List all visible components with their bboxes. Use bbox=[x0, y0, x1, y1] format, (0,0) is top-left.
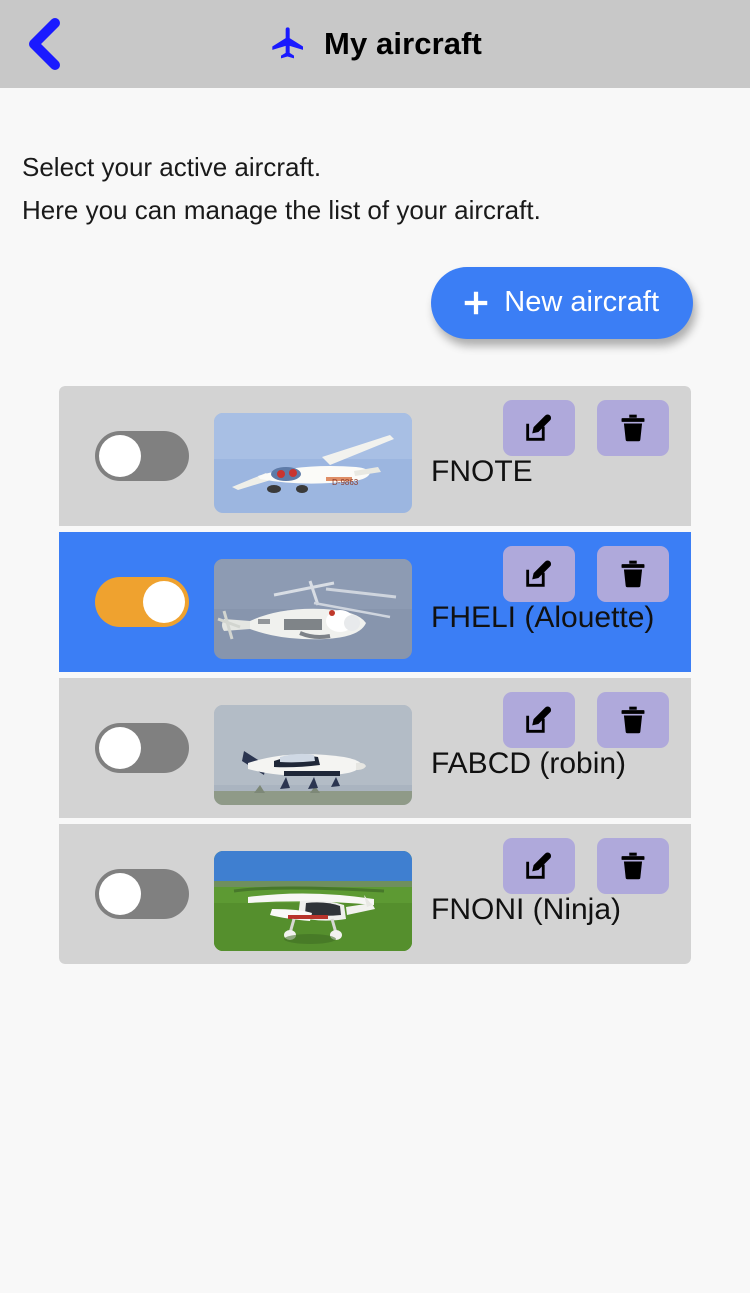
aircraft-label: FNONI (Ninja) bbox=[431, 892, 622, 926]
chevron-left-icon bbox=[29, 18, 60, 70]
edit-pencil-icon bbox=[526, 560, 552, 587]
row-actions bbox=[503, 837, 669, 894]
page-title: My aircraft bbox=[324, 26, 482, 61]
delete-aircraft-button[interactable] bbox=[597, 545, 669, 602]
aircraft-thumbnail bbox=[214, 558, 412, 659]
edit-aircraft-button[interactable] bbox=[503, 691, 575, 748]
aircraft-active-toggle[interactable] bbox=[95, 722, 189, 773]
trash-icon bbox=[621, 560, 645, 587]
table-row[interactable]: D-9863 FNOTE bbox=[59, 385, 691, 526]
intro-line-2: Here you can manage the list of your air… bbox=[22, 195, 541, 226]
row-actions bbox=[503, 399, 669, 456]
delete-aircraft-button[interactable] bbox=[597, 691, 669, 748]
plus-icon bbox=[465, 291, 488, 314]
intro-line-1: Select your active aircraft. bbox=[22, 152, 322, 182]
edit-aircraft-button[interactable] bbox=[503, 837, 575, 894]
edit-pencil-icon bbox=[526, 852, 552, 879]
airplane-icon bbox=[272, 27, 304, 59]
table-row[interactable]: FABCD (robin) bbox=[59, 677, 691, 818]
aircraft-thumbnail: D-9863 bbox=[214, 412, 412, 513]
aircraft-list: D-9863 FNOTE FHELI (Alouette) FABCD (rob… bbox=[59, 385, 691, 964]
trash-icon bbox=[621, 852, 645, 879]
glider-image: D-9863 bbox=[214, 412, 412, 513]
delete-aircraft-button[interactable] bbox=[597, 399, 669, 456]
aircraft-thumbnail bbox=[214, 850, 412, 951]
trash-icon bbox=[621, 706, 645, 733]
trash-icon bbox=[621, 414, 645, 441]
new-aircraft-button[interactable]: New aircraft bbox=[431, 266, 693, 339]
aircraft-thumbnail bbox=[214, 704, 412, 805]
svg-text:D-9863: D-9863 bbox=[332, 478, 359, 487]
edit-pencil-icon bbox=[526, 706, 552, 733]
intro-text: Select your active aircraft. Here you ca… bbox=[0, 88, 750, 228]
aircraft-label: FHELI (Alouette) bbox=[431, 600, 655, 634]
new-aircraft-row: New aircraft bbox=[0, 266, 750, 339]
back-button[interactable] bbox=[0, 0, 86, 88]
header-title-group: My aircraft bbox=[0, 0, 750, 88]
aircraft-active-toggle[interactable] bbox=[95, 868, 189, 919]
light-aircraft-image bbox=[214, 704, 412, 805]
toggle-knob bbox=[143, 580, 185, 623]
aircraft-label: FABCD (robin) bbox=[431, 746, 627, 780]
edit-aircraft-button[interactable] bbox=[503, 399, 575, 456]
table-row[interactable]: FNONI (Ninja) bbox=[59, 823, 691, 964]
edit-aircraft-button[interactable] bbox=[503, 545, 575, 602]
aircraft-active-toggle[interactable] bbox=[95, 576, 189, 627]
helicopter-image bbox=[214, 558, 412, 659]
toggle-knob bbox=[99, 726, 141, 769]
new-aircraft-label: New aircraft bbox=[504, 286, 659, 319]
ultralight-image bbox=[214, 850, 412, 951]
toggle-knob bbox=[99, 434, 141, 477]
edit-pencil-icon bbox=[526, 414, 552, 441]
aircraft-label: FNOTE bbox=[431, 454, 533, 488]
row-actions bbox=[503, 691, 669, 748]
toggle-knob bbox=[99, 872, 141, 915]
aircraft-active-toggle[interactable] bbox=[95, 430, 189, 481]
row-actions bbox=[503, 545, 669, 602]
table-row[interactable]: FHELI (Alouette) bbox=[59, 531, 691, 672]
app-header: My aircraft bbox=[0, 0, 750, 88]
delete-aircraft-button[interactable] bbox=[597, 837, 669, 894]
